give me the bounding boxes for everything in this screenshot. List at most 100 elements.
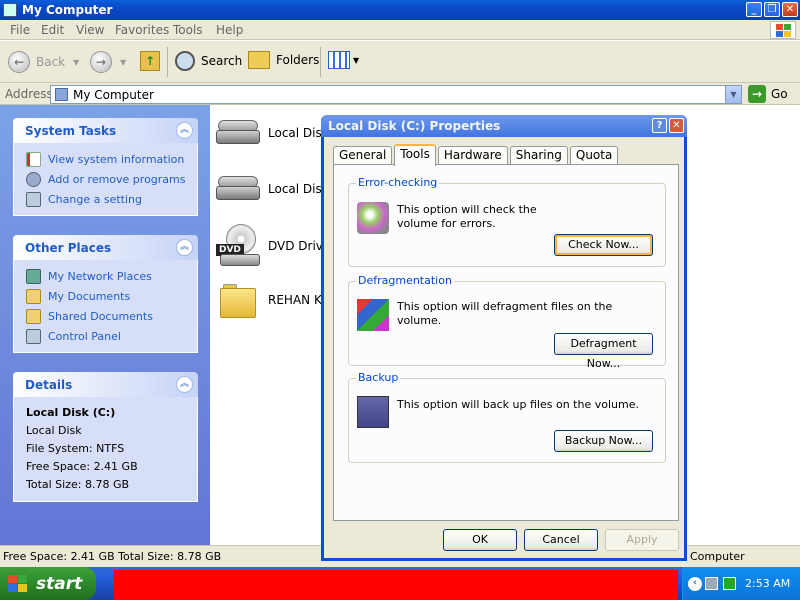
folder-item[interactable]: REHAN KH xyxy=(220,284,331,318)
menu-tools[interactable]: Tools xyxy=(173,23,203,37)
status-text: Free Space: 2.41 GB Total Size: 8.78 GB xyxy=(3,550,222,563)
backup-now-button[interactable]: Backup Now... xyxy=(554,430,653,452)
menu-edit[interactable]: Edit xyxy=(41,23,64,37)
my-network-places-link[interactable]: My Network Places xyxy=(14,266,197,286)
windows-logo-icon xyxy=(770,21,796,39)
system-tasks-header[interactable]: System Tasks ︽ xyxy=(13,118,198,143)
tab-general[interactable]: General xyxy=(333,146,393,165)
add-remove-programs-icon xyxy=(26,171,41,187)
defragment-icon xyxy=(357,299,389,331)
add-remove-programs-link[interactable]: Add or remove programs xyxy=(14,169,197,189)
address-input[interactable]: My Computer ▼ xyxy=(50,85,742,104)
local-disk-item[interactable]: Local Disk xyxy=(216,118,329,148)
collapse-icon[interactable]: ︽ xyxy=(176,376,193,393)
view-system-information-link[interactable]: View system information xyxy=(14,149,197,169)
address-dropdown-button[interactable]: ▼ xyxy=(725,86,741,103)
views-button[interactable]: ▼ xyxy=(328,51,359,69)
folders-icon xyxy=(248,51,270,69)
chevron-down-icon[interactable]: ▼ xyxy=(120,58,126,67)
tab-sharing[interactable]: Sharing xyxy=(509,146,568,165)
forward-button[interactable]: → ▼ xyxy=(90,51,126,73)
my-computer-icon xyxy=(3,3,17,17)
place-label: My Network Places xyxy=(48,269,152,283)
help-button[interactable]: ? xyxy=(652,118,667,133)
redacted-taskbar-area xyxy=(114,570,678,600)
menu-bar: File Edit View Favorites Tools Help xyxy=(0,20,800,40)
tools-tab-panel: Error-checking This option will check th… xyxy=(333,164,679,521)
my-computer-icon xyxy=(55,88,68,101)
details-total-size: Total Size: 8.78 GB xyxy=(26,478,130,491)
tab-strip: General Tools Hardware Sharing Quota xyxy=(333,144,620,166)
tab-tools[interactable]: Tools xyxy=(394,144,436,166)
dialog-title-bar: Local Disk (C:) Properties ? ✕ xyxy=(321,115,687,137)
start-label: start xyxy=(36,573,83,594)
dvd-drive-item[interactable]: DVD DVD Drive xyxy=(216,224,330,268)
ok-button[interactable]: OK xyxy=(443,529,517,551)
my-documents-link[interactable]: My Documents xyxy=(14,286,197,306)
search-button[interactable]: Search xyxy=(175,51,242,71)
folders-label: Folders xyxy=(276,53,320,67)
toolbar-separator xyxy=(167,47,168,77)
control-panel-link[interactable]: Control Panel xyxy=(14,326,197,346)
control-panel-icon xyxy=(26,191,41,207)
start-button[interactable]: start xyxy=(0,567,96,600)
clock[interactable]: 2:53 AM xyxy=(745,577,790,590)
taskbar: start ‹ 2:53 AM xyxy=(0,567,800,600)
backup-group: Backup This option will back up files on… xyxy=(348,371,666,463)
change-setting-link[interactable]: Change a setting xyxy=(14,189,197,209)
folders-button[interactable]: Folders xyxy=(248,51,319,69)
tray-app-icon[interactable] xyxy=(723,577,736,590)
error-checking-text: This option will check the volume for er… xyxy=(397,203,537,230)
system-tray: ‹ 2:53 AM xyxy=(682,567,800,600)
system-tasks-title: System Tasks xyxy=(25,124,117,138)
search-label: Search xyxy=(201,54,243,68)
dialog-close-button[interactable]: ✕ xyxy=(669,118,684,133)
menu-file[interactable]: File xyxy=(10,23,30,37)
views-icon xyxy=(328,51,350,69)
chevron-down-icon[interactable]: ▼ xyxy=(73,58,79,67)
address-bar: Address My Computer ▼ → Go xyxy=(0,83,800,105)
close-button[interactable]: ✕ xyxy=(782,2,798,17)
toolbar-separator xyxy=(320,47,321,77)
collapse-icon[interactable]: ︽ xyxy=(176,239,193,256)
other-places-panel: Other Places ︽ My Network Places My Docu… xyxy=(13,235,198,353)
up-folder-button[interactable]: ↑ xyxy=(140,51,160,71)
local-disk-item[interactable]: Local Disk xyxy=(216,174,329,204)
network-icon[interactable] xyxy=(705,577,718,590)
other-places-title: Other Places xyxy=(25,241,112,255)
collapse-icon[interactable]: ︽ xyxy=(176,122,193,139)
chevron-down-icon[interactable]: ▼ xyxy=(353,56,359,65)
tab-quota[interactable]: Quota xyxy=(569,146,619,165)
menu-favorites[interactable]: Favorites xyxy=(115,23,169,37)
defragment-now-button[interactable]: Defragment Now... xyxy=(554,333,653,370)
address-value: My Computer xyxy=(73,88,154,102)
apply-button[interactable]: Apply xyxy=(605,529,679,551)
menu-help[interactable]: Help xyxy=(216,23,243,37)
tab-hardware[interactable]: Hardware xyxy=(437,146,508,165)
check-now-button[interactable]: Check Now... xyxy=(554,234,653,256)
maximize-button[interactable]: ❐ xyxy=(764,2,780,17)
menu-view[interactable]: View xyxy=(76,23,104,37)
properties-dialog: Local Disk (C:) Properties ? ✕ General T… xyxy=(321,115,687,561)
toolbar: ← Back ▼ → ▼ ↑ Search Folders ▼ xyxy=(0,41,800,83)
minimize-button[interactable]: _ xyxy=(746,2,762,17)
task-label: View system information xyxy=(48,152,185,166)
backup-title: Backup xyxy=(356,371,401,384)
error-checking-group: Error-checking This option will check th… xyxy=(348,176,666,267)
details-header[interactable]: Details ︽ xyxy=(13,372,198,397)
hard-drive-icon xyxy=(216,118,260,148)
backup-icon xyxy=(357,396,389,428)
task-pane: System Tasks ︽ View system information A… xyxy=(0,105,210,545)
show-hidden-icons-button[interactable]: ‹ xyxy=(688,577,702,591)
error-checking-title: Error-checking xyxy=(356,176,440,189)
defragmentation-group: Defragmentation This option will defragm… xyxy=(348,274,666,370)
back-button[interactable]: ← Back ▼ xyxy=(8,51,79,73)
cancel-button[interactable]: Cancel xyxy=(524,529,598,551)
go-button[interactable]: → Go xyxy=(748,85,788,103)
go-label: Go xyxy=(771,87,788,101)
system-tasks-panel: System Tasks ︽ View system information A… xyxy=(13,118,198,216)
hard-drive-icon xyxy=(216,174,260,204)
shared-documents-link[interactable]: Shared Documents xyxy=(14,306,197,326)
folder-icon xyxy=(220,284,258,318)
other-places-header[interactable]: Other Places ︽ xyxy=(13,235,198,260)
